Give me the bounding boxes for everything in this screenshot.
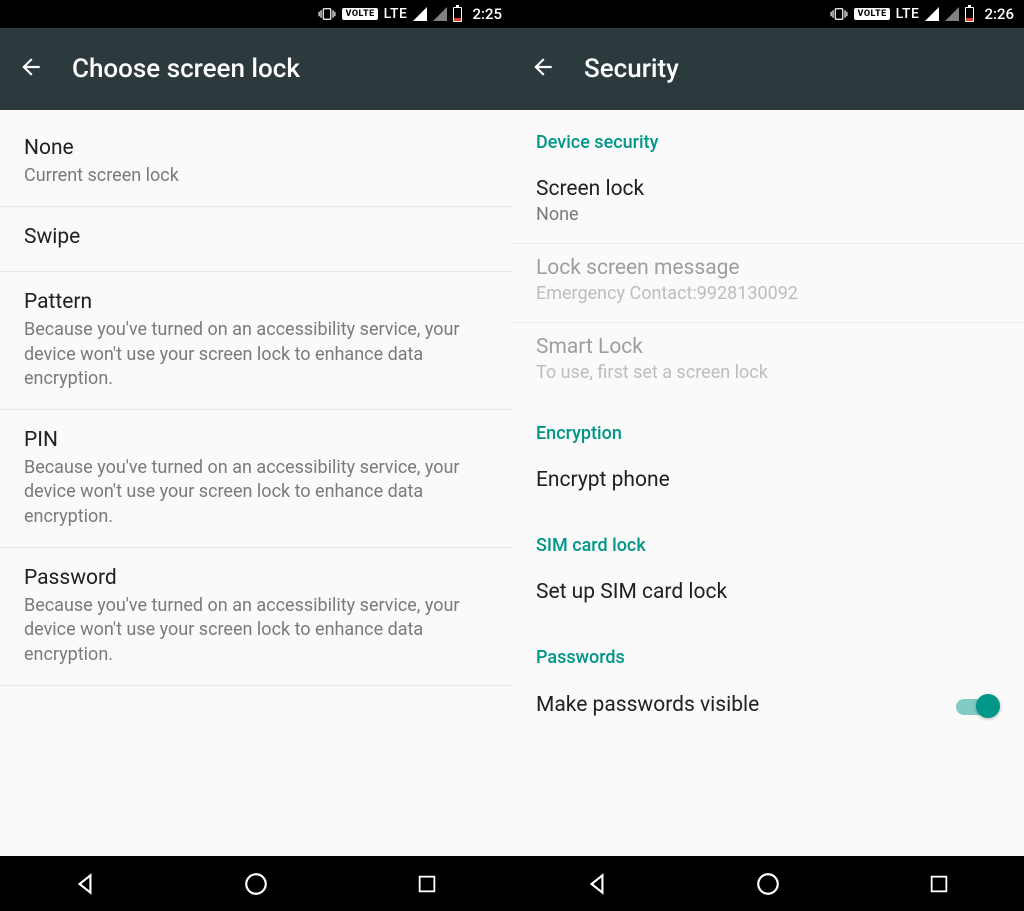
row-title: Make passwords visible	[536, 693, 759, 717]
option-sub: Current screen lock	[24, 164, 488, 188]
vibrate-icon	[318, 7, 336, 21]
back-button[interactable]	[18, 54, 44, 84]
vibrate-icon	[830, 7, 848, 21]
nav-bar	[0, 856, 512, 911]
option-title: PIN	[24, 428, 488, 452]
row-setup-sim-lock[interactable]: Set up SIM card lock	[512, 568, 1024, 625]
row-passwords-visible[interactable]: Make passwords visible	[512, 680, 1024, 738]
battery-icon	[453, 7, 462, 22]
option-swipe[interactable]: Swipe	[0, 207, 512, 272]
option-none[interactable]: None Current screen lock	[0, 110, 512, 207]
option-sub: Because you've turned on an accessibilit…	[24, 318, 488, 391]
nav-home-button[interactable]	[736, 871, 800, 897]
row-sub: To use, first set a screen lock	[536, 362, 1000, 383]
security-settings: Device security Screen lock None Lock sc…	[512, 110, 1024, 856]
section-sim-card-lock: SIM card lock	[512, 513, 1024, 568]
signal-icon-2	[945, 7, 959, 21]
signal-icon-1	[413, 7, 427, 21]
app-bar: Security	[512, 28, 1024, 110]
phone-right: VOLTE LTE 2:26 Security Device security …	[512, 0, 1024, 911]
option-sub: Because you've turned on an accessibilit…	[24, 456, 488, 529]
option-sub: Because you've turned on an accessibilit…	[24, 594, 488, 667]
row-screen-lock[interactable]: Screen lock None	[512, 165, 1024, 244]
network-label: LTE	[896, 6, 920, 22]
signal-icon-2	[433, 7, 447, 21]
option-title: Password	[24, 566, 488, 590]
passwords-visible-switch[interactable]	[956, 692, 1000, 720]
row-lock-screen-message: Lock screen message Emergency Contact:99…	[512, 244, 1024, 323]
option-title: Swipe	[24, 225, 488, 249]
row-encrypt-phone[interactable]: Encrypt phone	[512, 456, 1024, 513]
section-device-security: Device security	[512, 110, 1024, 165]
row-sub: Emergency Contact:9928130092	[536, 283, 1000, 304]
nav-recents-button[interactable]	[395, 873, 459, 895]
option-title: Pattern	[24, 290, 488, 314]
nav-recents-button[interactable]	[907, 873, 971, 895]
status-bar: VOLTE LTE 2:25	[0, 0, 512, 28]
battery-icon	[965, 7, 974, 22]
page-title: Security	[584, 54, 679, 84]
status-clock: 2:25	[472, 5, 502, 23]
section-encryption: Encryption	[512, 401, 1024, 456]
row-sub: None	[536, 204, 1000, 225]
row-smart-lock: Smart Lock To use, first set a screen lo…	[512, 323, 1024, 401]
option-title: None	[24, 136, 488, 160]
nav-back-button[interactable]	[53, 871, 117, 897]
network-label: LTE	[384, 6, 408, 22]
nav-home-button[interactable]	[224, 871, 288, 897]
nav-back-button[interactable]	[565, 871, 629, 897]
nav-bar	[512, 856, 1024, 911]
screen-lock-list: None Current screen lock Swipe Pattern B…	[0, 110, 512, 856]
section-passwords: Passwords	[512, 625, 1024, 680]
volte-badge: VOLTE	[854, 8, 889, 20]
row-title: Lock screen message	[536, 256, 1000, 280]
row-title: Smart Lock	[536, 335, 1000, 359]
app-bar: Choose screen lock	[0, 28, 512, 110]
phone-left: VOLTE LTE 2:25 Choose screen lock None C…	[0, 0, 512, 911]
signal-icon-1	[925, 7, 939, 21]
option-password[interactable]: Password Because you've turned on an acc…	[0, 548, 512, 686]
row-title: Set up SIM card lock	[536, 580, 1000, 604]
volte-badge: VOLTE	[342, 8, 377, 20]
row-title: Encrypt phone	[536, 468, 1000, 492]
status-clock: 2:26	[984, 5, 1014, 23]
back-button[interactable]	[530, 54, 556, 84]
option-pin[interactable]: PIN Because you've turned on an accessib…	[0, 410, 512, 548]
page-title: Choose screen lock	[72, 54, 300, 84]
row-title: Screen lock	[536, 177, 1000, 201]
switch-thumb	[976, 694, 1000, 718]
option-pattern[interactable]: Pattern Because you've turned on an acce…	[0, 272, 512, 410]
status-bar: VOLTE LTE 2:26	[512, 0, 1024, 28]
